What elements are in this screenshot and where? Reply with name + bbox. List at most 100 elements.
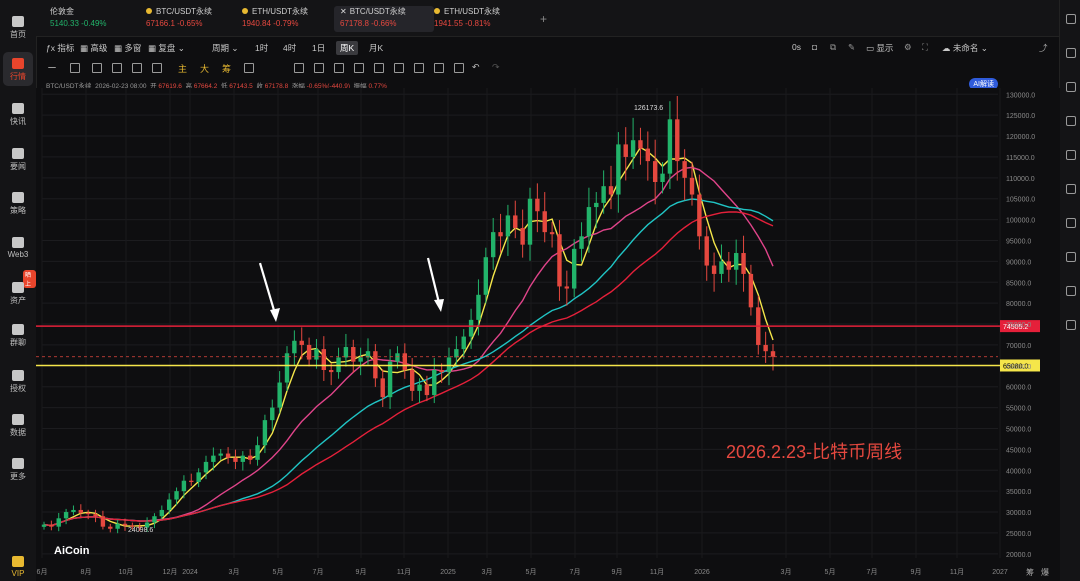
home-icon [12, 16, 24, 27]
tab-eth-perp[interactable]: ETH/USDT永续 1940.84 -0.79% [242, 6, 332, 32]
candle-body [277, 382, 282, 408]
nav-chat[interactable]: 群聊 [0, 324, 36, 348]
nav-flash[interactable]: 快讯 [0, 103, 36, 127]
share-icon[interactable]: ⧉ [830, 42, 836, 53]
share-link-icon[interactable]: ⤴ [1039, 42, 1048, 54]
advanced-button[interactable]: ▦ 高级 [80, 42, 107, 54]
redo-icon[interactable]: ↷ [492, 62, 500, 73]
big-order-tool[interactable]: 大 [200, 62, 209, 75]
period-weekly[interactable]: 周K [336, 41, 359, 55]
price-chart[interactable]: 74505.265080.0 130000.0125000.0120000.01… [36, 88, 1060, 581]
nav-strategy[interactable]: 策略 [0, 192, 36, 216]
candle-body [85, 512, 91, 515]
magnet-tool-icon[interactable] [374, 63, 384, 73]
nav-auth[interactable]: 授权 [0, 370, 36, 394]
period-4h[interactable]: 4时 [283, 42, 296, 54]
nav-home[interactable]: 首页 [0, 16, 36, 40]
period-1h[interactable]: 1时 [255, 42, 268, 54]
nav-more[interactable]: 更多 [0, 458, 36, 482]
settings-icon[interactable]: ⚙ [904, 42, 912, 53]
eye-tool-icon[interactable] [414, 63, 424, 73]
candle-body [351, 347, 356, 362]
candle-body [115, 523, 120, 529]
y-tick-label: 60000.0 [1006, 385, 1031, 392]
period-dropdown[interactable]: 周期 ⌄ [212, 42, 239, 54]
candle-body [527, 198, 533, 245]
period-1d[interactable]: 1日 [312, 42, 325, 54]
lock-tool-icon[interactable] [394, 63, 404, 73]
rect-tool-icon[interactable] [132, 63, 142, 73]
multi-window-button[interactable]: ▦ 多窗 [114, 42, 141, 54]
liquidation-button[interactable]: 爆 [1041, 567, 1049, 577]
tab-gold[interactable]: 伦敦金 5140.33 -0.49% [50, 6, 135, 32]
x-tick-label: 5月 [825, 568, 836, 576]
x-tick-label: 7月 [867, 568, 878, 576]
x-tick-label: 3月 [229, 568, 240, 576]
nav-news[interactable]: 要闻 [0, 148, 36, 172]
chip-tool[interactable]: 筹 [222, 62, 231, 75]
tab-btc-perp-active[interactable]: ✕ BTC/USDT永续 67178.8 -0.66% [334, 6, 434, 32]
tools-icon[interactable] [1066, 320, 1076, 330]
candle-body [505, 215, 511, 237]
tab-btc-perp[interactable]: BTC/USDT永续 67166.1 -0.65% [146, 6, 236, 32]
candle-body [432, 370, 437, 396]
display-button[interactable]: ▭ 显示 [866, 42, 893, 54]
y-tick-label: 45000.0 [1006, 447, 1031, 454]
candle-body [689, 177, 695, 195]
copy-tool-icon[interactable] [294, 63, 304, 73]
x-tick-label: 9月 [356, 568, 367, 576]
x-tick-label: 6月 [37, 568, 48, 576]
y-tick-label: 75000.0 [1006, 322, 1031, 329]
hline-tool-icon[interactable] [48, 67, 56, 76]
drawing-toolbar: 主 大 筹 ↶ ↷ [36, 60, 1060, 78]
tab-eth-perp-2[interactable]: ETH/USDT永续 1941.55 -0.81% [434, 6, 524, 32]
add-tab-button[interactable]: + [540, 12, 547, 26]
replay-button[interactable]: ▦ 复盘 ⌄ [148, 42, 185, 54]
nav-web3[interactable]: Web3 [0, 237, 36, 259]
brush-tool-icon[interactable] [244, 63, 254, 73]
chip-button[interactable]: 筹 [1026, 567, 1034, 577]
layout-dropdown[interactable]: ☁ 未命名 ⌄ [942, 42, 988, 54]
candle-body [770, 351, 776, 357]
undo-icon[interactable]: ↶ [472, 62, 480, 73]
text-tool-icon[interactable] [354, 63, 364, 73]
note-icon[interactable] [1066, 184, 1076, 194]
news-flash-icon [12, 103, 24, 114]
x-tick-label: 9月 [911, 568, 922, 576]
pen-tool-icon[interactable] [92, 63, 102, 73]
triangle-tool-icon[interactable] [152, 63, 162, 73]
indicators-button[interactable]: ƒx 指标 [46, 42, 74, 54]
candle-body [564, 286, 570, 289]
candle-body [299, 340, 304, 345]
x-tick-label: 3月 [482, 568, 493, 576]
main-force-tool[interactable]: 主 [178, 62, 187, 75]
nav-vip[interactable]: VIP [0, 556, 36, 578]
ruler-tool-icon[interactable] [314, 63, 324, 73]
edit-icon[interactable]: ✎ [848, 42, 855, 53]
y-tick-label: 95000.0 [1006, 238, 1031, 245]
candle-body [675, 119, 680, 162]
candle-body [498, 232, 503, 237]
candle-body [270, 407, 275, 421]
candle-body [122, 523, 128, 526]
channel-tool-icon[interactable] [112, 63, 122, 73]
fullscreen-icon[interactable]: ⛶ [922, 42, 928, 53]
list-icon[interactable] [1066, 82, 1076, 92]
trendline-tool-icon[interactable] [70, 63, 80, 73]
filter-tool-icon[interactable] [434, 63, 444, 73]
period-monthly[interactable]: 月K [369, 42, 383, 54]
nav-market[interactable]: 行情 [0, 58, 36, 82]
trash-icon[interactable] [454, 63, 464, 73]
nav-assets[interactable]: 资产 [0, 282, 36, 306]
news-icon[interactable] [1066, 252, 1076, 262]
camera-icon[interactable]: ◘ [812, 42, 817, 52]
order-icon[interactable] [1066, 116, 1076, 126]
alert-icon[interactable] [1066, 150, 1076, 160]
candle-body [586, 207, 592, 237]
panel-icon[interactable] [1066, 48, 1076, 58]
nav-data[interactable]: 数据 [0, 414, 36, 438]
calc-icon[interactable] [1066, 218, 1076, 228]
menu-icon[interactable] [1066, 14, 1076, 24]
measure-tool-icon[interactable] [334, 63, 344, 73]
calendar-icon[interactable] [1066, 286, 1076, 296]
